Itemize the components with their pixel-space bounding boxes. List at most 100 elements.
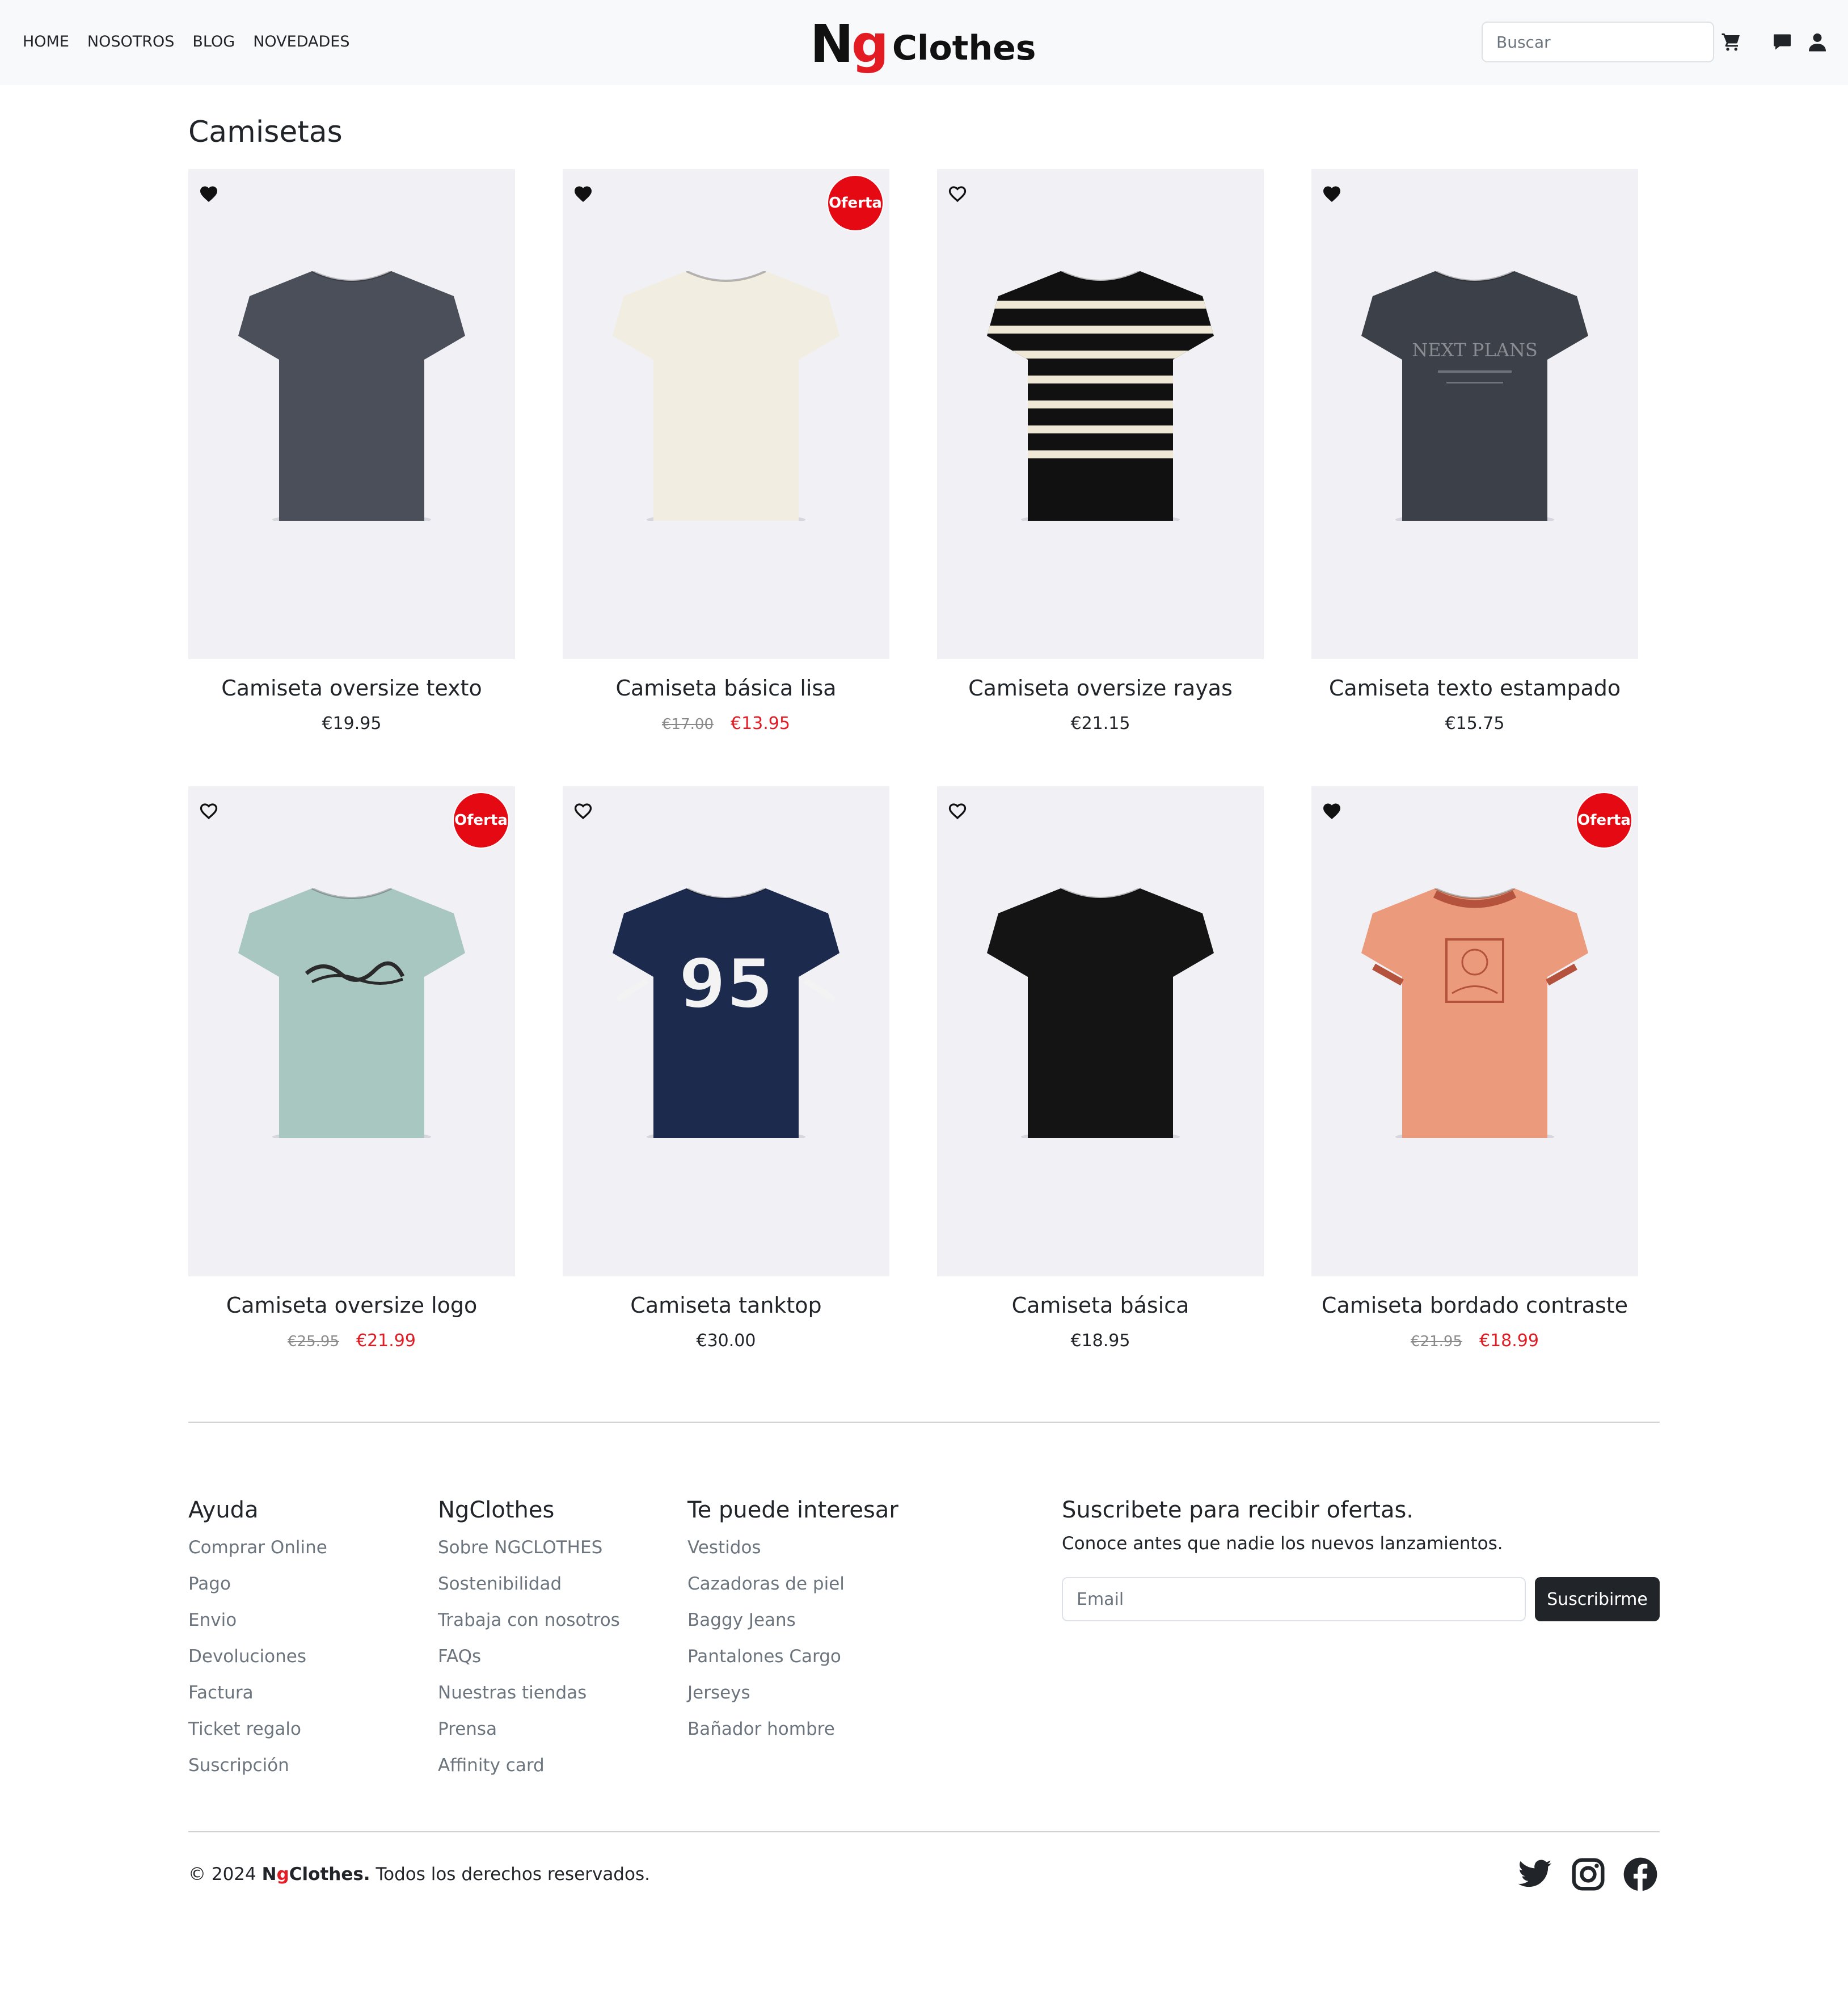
product-price-row: €19.95 (188, 713, 515, 735)
footer-link[interactable]: Cazadoras de piel (687, 1566, 898, 1602)
product-card[interactable]: Camiseta oversize texto €19.95 (188, 169, 515, 736)
page-title: Camisetas (188, 115, 343, 149)
footer-link[interactable]: Prensa (438, 1711, 620, 1747)
product-card[interactable]: Oferta Camiseta oversize logo €25.95 €21.99 (188, 786, 515, 1354)
product-name[interactable]: Camiseta bordado contraste (1311, 1291, 1638, 1320)
sale-badge: Oferta (1576, 792, 1632, 849)
product-price-row: €25.95 €21.99 (188, 1330, 515, 1353)
footer-link[interactable]: Bañador hombre (687, 1711, 898, 1747)
heart-filled-icon[interactable] (1322, 184, 1342, 204)
product-image[interactable] (937, 169, 1264, 659)
facebook-icon[interactable] (1622, 1856, 1659, 1892)
brand-logo[interactable]: N g Clothes (810, 16, 1036, 70)
footer-link[interactable]: Factura (188, 1675, 327, 1711)
footer-col-interesar: Te puede interesar Vestidos Cazadoras de… (687, 1494, 898, 1747)
product-name[interactable]: Camiseta oversize texto (188, 674, 515, 702)
tshirt-image[interactable]: 95 (613, 888, 839, 1138)
sale-price: €13.95 (731, 714, 790, 734)
product-image[interactable]: Oferta (188, 786, 515, 1276)
product-card[interactable]: 95 Camiseta tanktop €30.00 (563, 786, 889, 1354)
heart-outline-icon[interactable] (947, 801, 968, 821)
heart-outline-icon[interactable] (199, 801, 219, 821)
footer-link[interactable]: Vestidos (687, 1529, 898, 1566)
product-card[interactable]: Oferta Camiseta bordado contraste €21.95 €1… (1311, 786, 1638, 1354)
product-price-row: €21.95 €18.99 (1311, 1330, 1638, 1353)
logo-letter-n: N (810, 14, 854, 74)
footer-link[interactable]: Pantalones Cargo (687, 1638, 898, 1675)
product-card[interactable]: Oferta Camiseta básica lisa €17.00 €13.95 (563, 169, 889, 736)
product-image[interactable]: 95 (563, 786, 889, 1276)
logo-text: Clothes (892, 28, 1036, 68)
old-price: €17.00 (662, 716, 714, 733)
product-name[interactable]: Camiseta oversize logo (188, 1291, 515, 1320)
footer-link[interactable]: FAQs (438, 1638, 620, 1675)
heart-outline-icon[interactable] (573, 801, 593, 821)
twitter-icon[interactable] (1517, 1856, 1553, 1892)
product-image[interactable]: NEXT PLANS (1311, 169, 1638, 659)
product-image[interactable]: Oferta (563, 169, 889, 659)
footer-link[interactable]: Baggy Jeans (687, 1602, 898, 1638)
product-image[interactable]: Oferta (1311, 786, 1638, 1276)
product-price: €30.00 (696, 1331, 756, 1351)
heart-outline-icon[interactable] (947, 184, 968, 204)
nav-home[interactable]: HOME (23, 32, 69, 52)
sale-price: €18.99 (1479, 1331, 1539, 1351)
footer-col-title: Te puede interesar (687, 1497, 898, 1523)
search-input[interactable] (1482, 22, 1714, 62)
product-price-row: €18.95 (937, 1330, 1264, 1352)
nav-nosotros[interactable]: NOSOTROS (87, 32, 174, 52)
footer-link[interactable]: Sobre NGCLOTHES (438, 1529, 620, 1566)
email-field[interactable] (1062, 1577, 1526, 1621)
footer-link[interactable]: Suscripción (188, 1747, 327, 1784)
footer-link[interactable]: Devoluciones (188, 1638, 327, 1675)
tshirt-image[interactable] (238, 888, 465, 1138)
footer-link[interactable]: Comprar Online (188, 1529, 327, 1566)
nav-blog[interactable]: BLOG (192, 32, 235, 52)
heart-filled-icon[interactable] (199, 184, 219, 204)
footer-col-title: Ayuda (188, 1497, 259, 1523)
tshirt-image[interactable]: NEXT PLANS (1361, 271, 1588, 521)
footer-link[interactable]: Sostenibilidad (438, 1566, 620, 1602)
footer-link[interactable]: Nuestras tiendas (438, 1675, 620, 1711)
product-image[interactable] (937, 786, 1264, 1276)
sale-price: €21.99 (356, 1331, 416, 1351)
sale-badge: Oferta (827, 175, 884, 231)
heart-filled-icon[interactable] (573, 184, 593, 204)
product-name[interactable]: Camiseta básica lisa (563, 674, 889, 702)
product-card[interactable]: Camiseta básica €18.95 (937, 786, 1264, 1354)
chat-icon[interactable] (1772, 32, 1792, 52)
product-card[interactable]: NEXT PLANS Camiseta texto estampado €15.75 (1311, 169, 1638, 736)
product-name[interactable]: Camiseta texto estampado (1311, 674, 1638, 702)
cart-icon[interactable] (1721, 32, 1741, 52)
footer-link[interactable]: Jerseys (687, 1675, 898, 1711)
old-price: €21.95 (1411, 1333, 1462, 1350)
product-image[interactable] (188, 169, 515, 659)
copyright-suffix: Todos los derechos reservados. (370, 1864, 650, 1885)
copyright: © 2024 NgClothes. Todos los derechos res… (188, 1862, 650, 1887)
product-name[interactable]: Camiseta oversize rayas (937, 674, 1264, 702)
footer-link[interactable]: Ticket regalo (188, 1711, 327, 1747)
footer-col-ngclothes: NgClothes Sobre NGCLOTHES Sostenibilidad… (438, 1494, 620, 1784)
footer-link[interactable]: Envio (188, 1602, 327, 1638)
footer-divider (188, 1831, 1660, 1832)
newsletter-title: Suscribete para recibir ofertas. (1062, 1497, 1414, 1523)
tshirt-image[interactable] (1361, 888, 1588, 1138)
product-name[interactable]: Camiseta tanktop (563, 1291, 889, 1320)
user-icon[interactable] (1807, 32, 1828, 52)
tshirt-image[interactable] (613, 271, 839, 521)
tshirt-image[interactable] (238, 271, 465, 521)
shirt-print-text: NEXT PLANS (1412, 339, 1537, 361)
main-nav: HOME NOSOTROS BLOG NOVEDADES (23, 32, 368, 52)
footer-link[interactable]: Pago (188, 1566, 327, 1602)
tshirt-image[interactable] (987, 271, 1214, 521)
heart-filled-icon[interactable] (1322, 801, 1342, 821)
nav-novedades[interactable]: NOVEDADES (253, 32, 349, 52)
footer-link[interactable]: Trabaja con nosotros (438, 1602, 620, 1638)
footer-col-ayuda: Ayuda Comprar Online Pago Envio Devoluci… (188, 1494, 327, 1784)
tshirt-image[interactable] (987, 888, 1214, 1138)
product-name[interactable]: Camiseta básica (937, 1291, 1264, 1320)
product-card[interactable]: Camiseta oversize rayas €21.15 (937, 169, 1264, 736)
subscribe-button[interactable]: Suscribirme (1535, 1577, 1660, 1621)
instagram-icon[interactable] (1570, 1856, 1606, 1892)
footer-link[interactable]: Affinity card (438, 1747, 620, 1784)
